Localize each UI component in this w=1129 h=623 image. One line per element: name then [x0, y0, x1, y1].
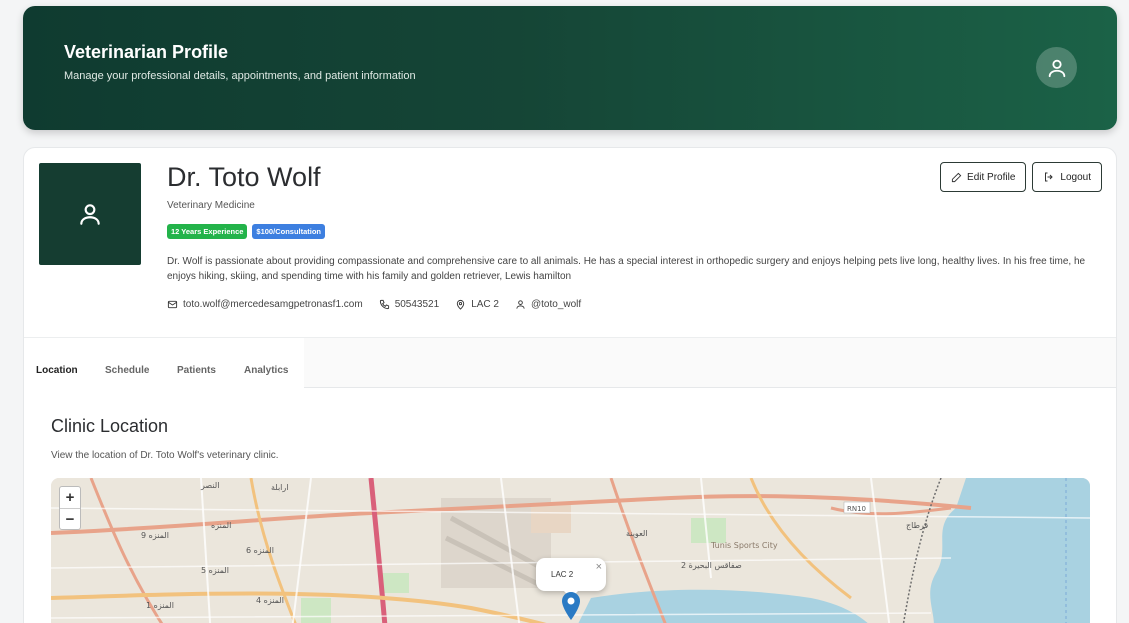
experience-badge: 12 Years Experience	[167, 224, 248, 239]
profile-actions: Edit Profile Logout	[940, 162, 1102, 192]
user-icon	[516, 300, 525, 309]
svg-text:المنزه: المنزه	[211, 521, 231, 530]
contact-handle: @toto_wolf	[515, 299, 581, 310]
email-text: toto.wolf@mercedesamgpetronasf1.com	[183, 299, 363, 310]
handle-text: @toto_wolf	[530, 299, 582, 310]
svg-text:المنزه 4: المنزه 4	[256, 596, 284, 605]
svg-text:Tunis Sports City: Tunis Sports City	[710, 541, 778, 550]
page-title: Veterinarian Profile	[64, 42, 229, 62]
svg-text:العوينة: العوينة	[626, 529, 648, 538]
profile-bio: Dr. Wolf is passionate about providing c…	[167, 256, 1086, 282]
zoom-in-button[interactable]: +	[60, 487, 80, 508]
profile-avatar	[39, 163, 141, 265]
phone-text: 50543521	[394, 299, 440, 310]
pencil-icon	[951, 172, 962, 182]
logout-icon	[1045, 172, 1054, 182]
svg-text:المنزه 1: المنزه 1	[146, 601, 174, 610]
map-zoom-controls: + −	[59, 486, 81, 530]
map-pin-icon	[457, 299, 465, 310]
map-popup: LAC 2 ×	[536, 558, 606, 599]
edit-profile-label: Edit Profile	[967, 171, 1016, 183]
svg-text:صفاقس البحيرة 2: صفاقس البحيرة 2	[681, 561, 742, 570]
svg-text:المنزه 6: المنزه 6	[246, 546, 274, 555]
tab-underline	[304, 387, 1116, 388]
section-title: Clinic Location	[51, 416, 169, 436]
mail-icon	[167, 300, 178, 309]
logout-button[interactable]: Logout	[1032, 162, 1102, 192]
contact-location: LAC 2	[455, 299, 499, 310]
svg-text:قرطاج: قرطاج	[906, 521, 928, 530]
page-subtitle: Manage your professional details, appoin…	[64, 70, 416, 82]
tab-patients[interactable]: Patients	[177, 365, 216, 376]
svg-text:ارابلة: ارابلة	[271, 483, 288, 492]
svg-text:المنزه 5: المنزه 5	[201, 566, 229, 575]
tab-list	[24, 338, 304, 388]
contact-list: toto.wolf@mercedesamgpetronasf1.com 5054…	[167, 299, 581, 310]
svg-text:RN10: RN10	[847, 505, 866, 513]
popup-label: LAC 2	[551, 570, 574, 579]
profile-badges: 12 Years Experience $100/Consultation	[167, 224, 326, 239]
consultation-fee-badge: $100/Consultation	[252, 224, 326, 239]
logout-label: Logout	[1060, 171, 1091, 183]
svg-text:المنزه 9: المنزه 9	[141, 531, 169, 540]
clinic-map[interactable]: ارابلة النصر المنزه المنزه 9 المنزه 6 ال…	[51, 478, 1090, 623]
profile-card: Dr. Toto Wolf Veterinary Medicine 12 Yea…	[23, 147, 1117, 623]
zoom-out-button[interactable]: −	[60, 508, 80, 529]
location-text: LAC 2	[471, 299, 499, 310]
contact-phone[interactable]: 50543521	[379, 299, 440, 310]
tab-analytics[interactable]: Analytics	[244, 365, 288, 376]
edit-profile-button[interactable]: Edit Profile	[940, 162, 1027, 192]
profile-specialty: Veterinary Medicine	[167, 200, 255, 211]
popup-close-button[interactable]: ×	[596, 561, 602, 573]
profile-name: Dr. Toto Wolf	[167, 162, 321, 192]
contact-email[interactable]: toto.wolf@mercedesamgpetronasf1.com	[167, 299, 363, 310]
svg-text:النصر: النصر	[200, 481, 219, 490]
tab-location[interactable]: Location	[36, 365, 78, 376]
user-icon	[80, 204, 100, 225]
page-header: Veterinarian Profile Manage your profess…	[23, 6, 1117, 130]
user-icon	[1048, 59, 1065, 77]
phone-icon	[379, 299, 389, 310]
section-subtitle: View the location of Dr. Toto Wolf's vet…	[51, 450, 279, 461]
tab-schedule[interactable]: Schedule	[105, 365, 149, 376]
map-marker-icon[interactable]	[562, 592, 580, 620]
tabs-bar: Location Schedule Patients Analytics	[24, 338, 1116, 388]
user-avatar-button[interactable]	[1036, 47, 1077, 88]
